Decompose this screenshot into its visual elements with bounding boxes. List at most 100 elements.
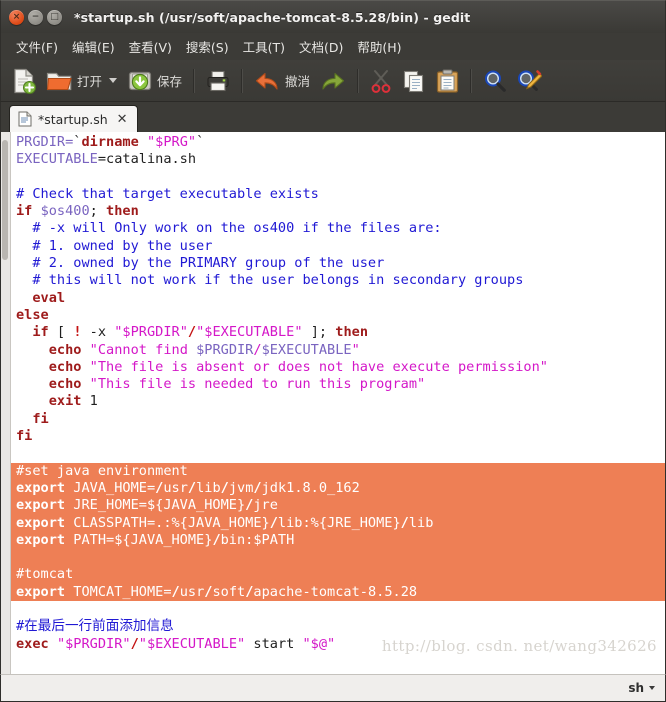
search-icon	[483, 69, 507, 93]
minimize-window-button[interactable]: −	[28, 9, 43, 25]
menu-item-search[interactable]: 搜索(S)	[180, 34, 235, 59]
code-token: /	[212, 531, 221, 548]
code-line: export TOMCAT_HOME=/usr/soft/apache-tomc…	[11, 583, 665, 602]
code-token: "Cannot find	[89, 341, 197, 358]
code-line: # 2. owned by the PRIMARY group of the u…	[11, 255, 665, 272]
save-file-button[interactable]: 保存	[123, 62, 187, 100]
code-line: export JRE_HOME=${JAVA_HOME}/jre	[11, 497, 665, 515]
open-dropdown-caret-icon[interactable]	[109, 78, 118, 83]
code-token: export	[16, 479, 66, 496]
code-token: echo	[16, 358, 82, 375]
code-token: [	[48, 324, 74, 341]
code-token: "The file is absent or does not have exe…	[89, 358, 548, 375]
code-token: "$PRG"	[146, 134, 197, 150]
new-document-button[interactable]	[7, 62, 41, 100]
title-bar: × − □ *startup.sh (/usr/soft/apache-tomc…	[0, 0, 666, 33]
language-selector[interactable]: sh	[628, 681, 655, 695]
code-token: export	[16, 514, 66, 531]
code-token: #set java environment	[16, 462, 188, 479]
code-token: JRE_HOME=${JAVA_HOME}	[65, 497, 246, 514]
maximize-window-button[interactable]: □	[47, 9, 62, 25]
tab-bar: *startup.sh ✕	[0, 102, 666, 132]
code-token: /	[269, 514, 278, 531]
menu-item-tools[interactable]: 工具(T)	[237, 34, 291, 59]
code-text-area[interactable]: PRGDIR=`dirname "$PRG"` EXECUTABLE=catali…	[11, 132, 665, 674]
undo-label: 撤消	[285, 74, 311, 89]
code-token: echo	[16, 376, 82, 393]
toolbar-separator	[357, 68, 360, 93]
code-line: #tomcat	[11, 566, 665, 584]
code-token: # -x will Only work on the os400 if the …	[16, 220, 442, 237]
status-bar: sh	[0, 674, 666, 702]
code-token: then	[106, 203, 139, 220]
chevron-down-icon	[649, 686, 655, 690]
code-token: exit	[16, 393, 82, 410]
code-token: "$@"	[302, 635, 336, 652]
code-line: PRGDIR=`dirname "$PRG"`	[11, 134, 665, 151]
code-token: PRGDIR=	[16, 134, 74, 150]
code-token: else	[16, 306, 49, 323]
code-token: =catalina.sh	[97, 151, 197, 168]
close-window-button[interactable]: ×	[9, 9, 24, 25]
undo-arrow-icon	[254, 70, 280, 92]
code-token: lib:%{JRE_HOME}	[277, 514, 401, 531]
code-line	[11, 549, 665, 567]
code-token: ];	[302, 324, 336, 341]
undo-button[interactable]: 撤消	[249, 62, 315, 100]
code-token: eval	[16, 289, 66, 306]
new-document-icon	[12, 68, 36, 94]
code-token: /	[220, 479, 229, 496]
code-token: TOMCAT_HOME=	[65, 583, 172, 600]
code-line: # -x will Only work on the os400 if the …	[11, 220, 665, 237]
code-token: ;	[89, 203, 107, 220]
code-token: # this will not work if the user belongs…	[16, 272, 524, 289]
vertical-scrollbar-thumb[interactable]	[2, 140, 8, 260]
code-token: /	[253, 341, 262, 358]
menu-item-documents[interactable]: 文档(D)	[293, 34, 349, 59]
code-token: lib	[408, 514, 434, 531]
menu-item-view[interactable]: 查看(V)	[123, 34, 178, 59]
code-token: CLASSPATH=.:%{JAVA_HOME}	[65, 514, 270, 531]
code-token: apache-tomcat-8.5.28	[253, 583, 418, 600]
code-token: dirname	[81, 134, 139, 150]
code-line: # 1. owned by the user	[11, 238, 665, 255]
code-token: # 1. owned by the user	[16, 237, 213, 254]
paste-button[interactable]	[431, 62, 464, 100]
menu-item-help[interactable]: 帮助(H)	[351, 34, 407, 59]
close-icon: ×	[12, 11, 21, 22]
tab-close-icon[interactable]: ✕	[117, 112, 128, 127]
redo-button[interactable]	[315, 62, 351, 100]
find-replace-button[interactable]	[512, 62, 547, 100]
menu-item-edit[interactable]: 编辑(E)	[66, 34, 121, 59]
open-file-button[interactable]: 打开	[41, 62, 107, 100]
code-token: export	[16, 531, 66, 548]
code-token: "$PRGDIR"	[114, 324, 188, 341]
copy-button[interactable]	[397, 62, 431, 100]
print-button[interactable]	[201, 62, 235, 100]
code-line: echo "This file is needed to run this pr…	[11, 376, 665, 393]
language-label: sh	[628, 681, 644, 695]
save-disk-icon	[128, 69, 152, 93]
code-token: exec	[16, 635, 49, 652]
toolbar-separator	[241, 68, 244, 93]
code-token: echo	[16, 341, 82, 358]
cut-button[interactable]	[365, 62, 397, 100]
code-token: 1	[89, 393, 98, 410]
code-token: if	[16, 324, 49, 341]
menu-item-file[interactable]: 文件(F)	[10, 34, 64, 59]
find-button[interactable]	[478, 62, 512, 100]
tab-startup-sh[interactable]: *startup.sh ✕	[9, 105, 138, 132]
vertical-scrollbar[interactable]	[1, 132, 11, 674]
code-token: start	[245, 635, 303, 652]
code-token: "	[351, 341, 360, 358]
code-token: # Check that target executable exists	[16, 185, 319, 202]
toolbar-separator	[193, 68, 196, 93]
code-token: fi	[16, 428, 33, 445]
code-token: $EXECUTABLE	[261, 341, 352, 358]
code-token: export	[16, 497, 66, 514]
